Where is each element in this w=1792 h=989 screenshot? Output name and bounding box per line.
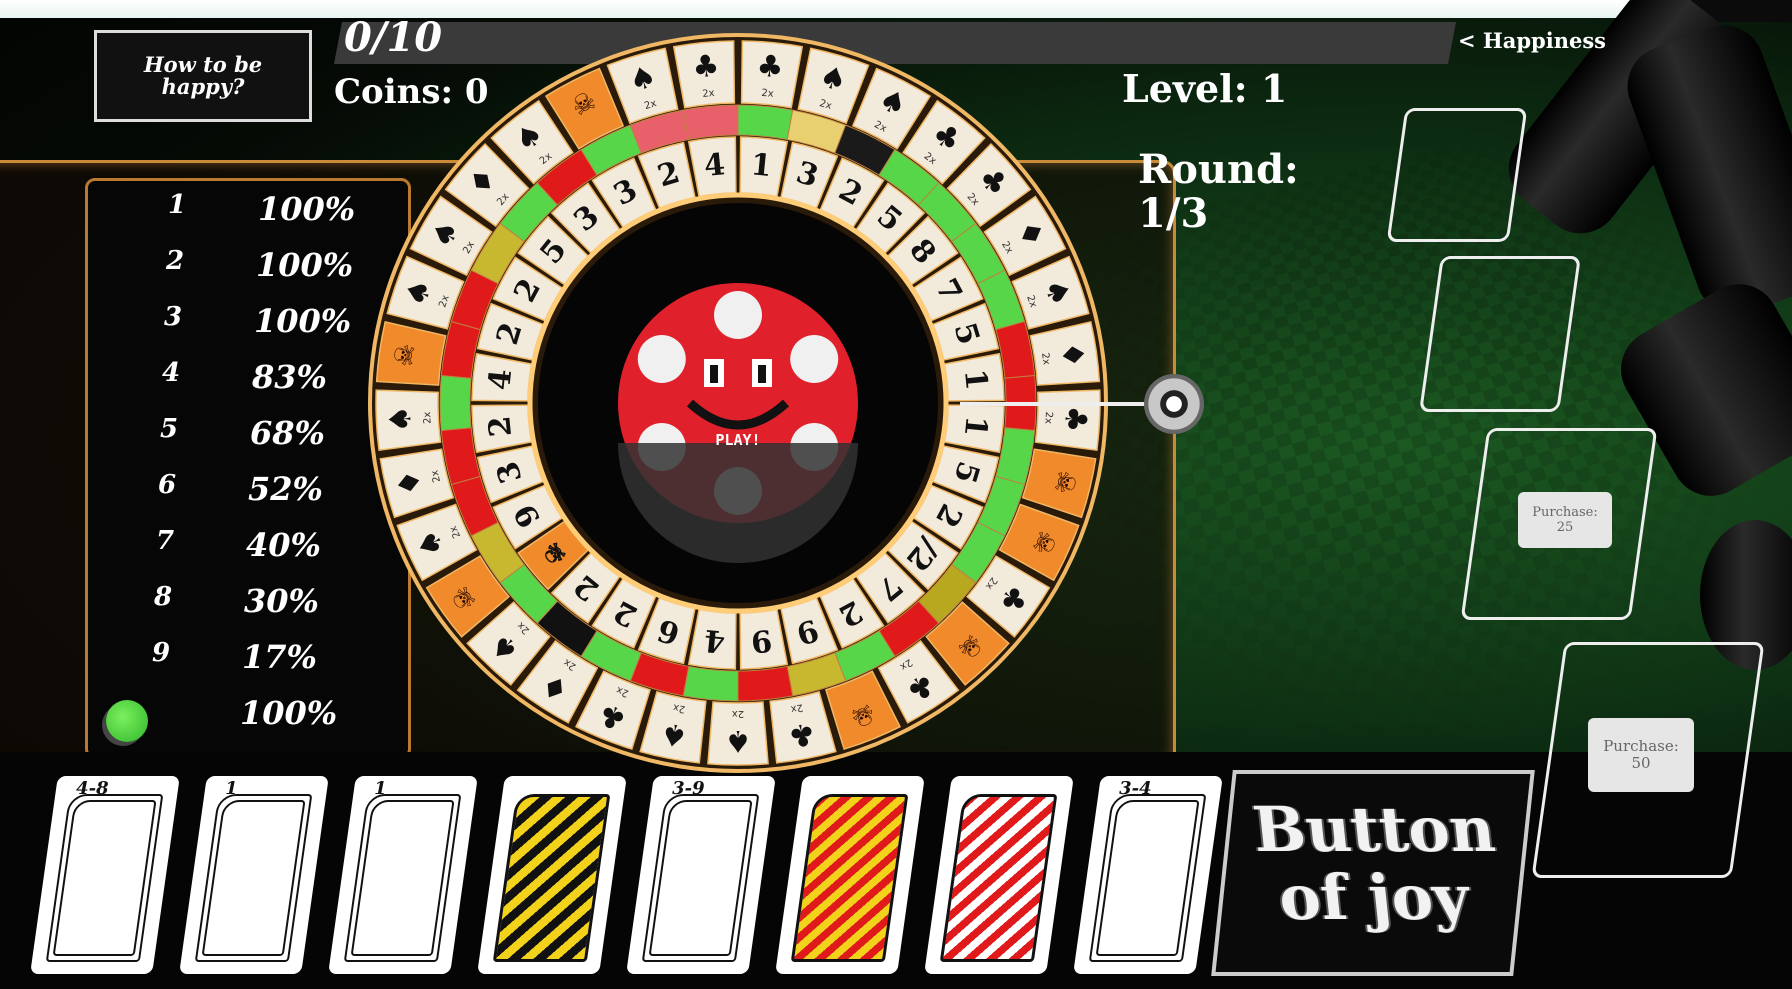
play-button[interactable]	[618, 283, 858, 523]
number-label: 1	[749, 147, 773, 184]
odds-number: 8	[154, 582, 173, 612]
odds-number: 4	[162, 358, 181, 388]
odds-row: 9 17%	[102, 638, 362, 678]
skull-icon: ☠	[389, 342, 422, 369]
shop-slot-2[interactable]	[1419, 256, 1581, 412]
multiplier-label: 2x	[702, 88, 715, 100]
card-pattern	[492, 794, 611, 962]
happiness-link[interactable]: < Happiness	[1458, 28, 1606, 53]
card-label: 4-8	[76, 778, 109, 799]
number-label: 2	[482, 414, 519, 438]
card-label: 1	[225, 778, 238, 799]
color-slot	[737, 665, 794, 702]
multiplier-label: 2x	[761, 88, 774, 100]
multiplier-label: 2x	[790, 701, 804, 714]
odds-number: 5	[160, 414, 179, 444]
odds-percent: 30%	[244, 582, 319, 620]
odds-number: 2	[166, 246, 185, 276]
purchase-label: Purchase:	[1603, 737, 1679, 755]
odds-percent: 100%	[258, 190, 356, 228]
round-label: Round:	[1138, 146, 1299, 193]
odds-row: 5 68%	[110, 414, 370, 454]
odds-number: 3	[164, 302, 183, 332]
card-pattern	[790, 794, 909, 962]
odds-number: 1	[168, 190, 187, 220]
odds-percent: 100%	[256, 246, 354, 284]
shop-slot-1[interactable]	[1386, 108, 1528, 242]
color-slot	[439, 374, 472, 432]
howto-label: How to be happy?	[143, 52, 263, 99]
number-label: 4	[703, 147, 727, 184]
color-slot	[682, 104, 739, 141]
odds-row: 3 100%	[114, 302, 374, 342]
odds-percent: 40%	[246, 526, 321, 564]
odds-number: 9	[152, 638, 171, 668]
odds-row: 2 100%	[116, 246, 376, 286]
card-pattern	[939, 794, 1058, 962]
card-suit-icon: ♦	[1053, 339, 1091, 371]
odds-row: 4 83%	[112, 358, 372, 398]
color-slot	[682, 665, 739, 702]
multiplier-label: 2x	[422, 411, 434, 424]
card-suit-icon: ♣	[755, 48, 785, 85]
number-label: 4	[482, 368, 519, 392]
purchase-price: 25	[1556, 520, 1574, 535]
purchase-button-25[interactable]: Purchase: 25	[1518, 492, 1612, 548]
odds-number: 7	[156, 526, 175, 556]
joy-line-1: Button	[1249, 793, 1499, 866]
odds-number: 6	[158, 470, 177, 500]
odds-percent: 83%	[252, 358, 327, 396]
top-window-strip	[0, 0, 1792, 18]
number-label: 9	[749, 622, 773, 659]
color-slot	[737, 104, 794, 141]
multiplier-label: 2x	[672, 701, 686, 714]
multiplier-label: 2x	[1042, 411, 1054, 424]
card-suit-icon: ♠	[725, 723, 752, 758]
how-to-be-happy-button[interactable]: How to be happy?	[94, 30, 312, 122]
lever-knob[interactable]	[1144, 374, 1204, 434]
odds-row: 6 52%	[108, 470, 368, 510]
number-label: 1	[957, 414, 994, 438]
round-value: 1/3	[1138, 190, 1209, 237]
card-label: 1	[374, 778, 387, 799]
card-suit-icon: ♣	[691, 48, 721, 85]
odds-percent: 52%	[248, 470, 323, 508]
odds-percent: 100%	[240, 694, 338, 732]
card-label: 3-9	[672, 778, 705, 799]
number-label: 4	[703, 622, 727, 659]
game-scene: { "header": { "howto_label": "How to be …	[0, 0, 1792, 989]
button-of-joy[interactable]: Button of joy	[1211, 770, 1535, 976]
multiplier-label: 2x	[1039, 352, 1052, 366]
joy-button-label: Button of joy	[1227, 793, 1521, 934]
odds-percent: 100%	[254, 302, 352, 340]
wheel-pointer	[960, 402, 1156, 406]
odds-percent: 68%	[250, 414, 325, 452]
purchase-button-50[interactable]: Purchase: 50	[1588, 718, 1694, 792]
multiplier-label: 2x	[732, 708, 744, 719]
purchase-price: 50	[1631, 754, 1651, 772]
odds-row: 100%	[100, 694, 360, 742]
odds-row: 8 30%	[104, 582, 364, 622]
card-suit-icon: ♠	[383, 405, 419, 434]
green-dot-icon	[106, 700, 148, 742]
card-suit-icon: ♣	[1057, 405, 1093, 434]
joy-line-2: of joy	[1275, 861, 1473, 934]
odds-row: 7 40%	[106, 526, 366, 566]
level-indicator: Level: 1	[1122, 66, 1288, 111]
odds-percent: 17%	[242, 638, 317, 676]
number-label: 1	[957, 368, 994, 392]
purchase-label: Purchase:	[1532, 505, 1598, 520]
round-indicator: Round: 1/3	[1138, 148, 1358, 236]
odds-row: 1 100%	[118, 190, 378, 230]
card-label: 3-4	[1119, 778, 1152, 799]
